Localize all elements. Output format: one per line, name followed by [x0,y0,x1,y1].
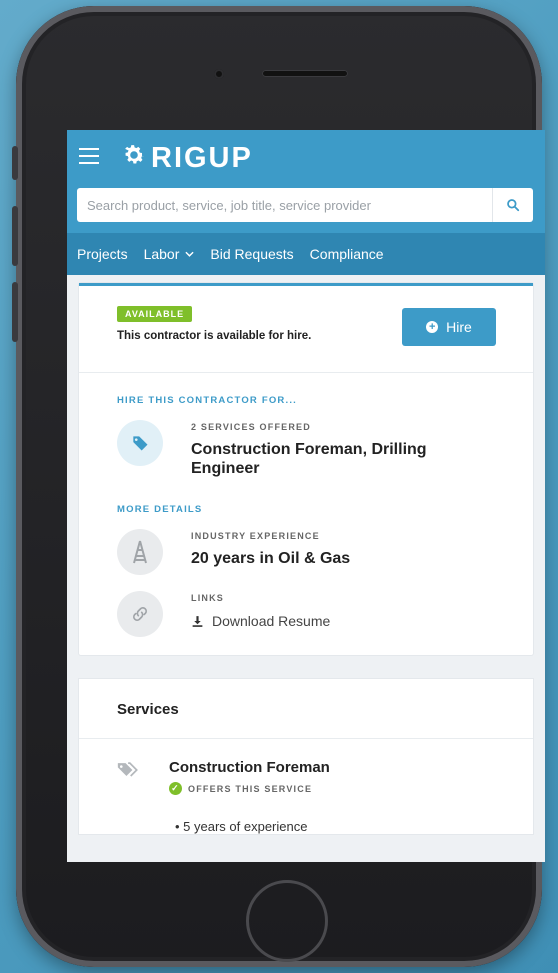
experience-caption: INDUSTRY EXPERIENCE [191,531,320,541]
download-icon [192,615,203,627]
offers-service-indicator: ✓ OFFERS THIS SERVICE [169,782,330,795]
link-icon [117,591,163,637]
phone-volume-down [12,282,18,342]
nav-item-projects[interactable]: Projects [77,246,128,262]
list-item: Construction Foreman ✓ OFFERS THIS SERVI… [79,739,533,795]
tag-icon [117,420,163,466]
experience-value: 20 years in Oil & Gas [191,550,351,567]
nav-item-label: Labor [143,246,180,262]
links-row: LINKS Download Resume [117,591,495,637]
services-card: Services Construction Foreman ✓ OFFERS T… [79,679,533,834]
plus-circle-icon: + [426,321,439,333]
gear-icon [121,142,147,175]
hire-section-label: HIRE THIS CONTRACTOR FOR... [117,395,298,406]
menu-icon[interactable] [79,148,99,164]
search-button[interactable] [492,188,533,222]
phone-volume-up [12,206,18,266]
experience-row: INDUSTRY EXPERIENCE 20 years in Oil & Ga… [117,529,495,575]
download-resume-label: Download Resume [212,613,331,629]
chevron-down-icon [185,251,194,257]
services-offered-caption: 2 SERVICES OFFERED [191,422,311,432]
tag-icon [117,759,143,795]
nav-item-labor[interactable]: Labor [144,246,195,262]
contractor-card: AVAILABLE This contractor is available f… [79,283,533,655]
offers-service-label: OFFERS THIS SERVICE [188,783,313,794]
availability-section: AVAILABLE This contractor is available f… [79,283,533,373]
app-header: RIGUP [67,130,545,233]
service-bullet-text: 5 years of experience [183,819,308,834]
app-logo[interactable]: RIGUP [121,142,253,175]
earpiece-speaker [262,70,348,77]
nav-item-label: Bid Requests [210,246,294,262]
services-offered-row: 2 SERVICES OFFERED Construction Foreman,… [117,420,495,478]
nav-item-label: Compliance [309,246,384,262]
search-input[interactable] [77,187,492,223]
download-resume-link[interactable]: Download Resume [191,613,330,629]
services-heading: Services [79,679,533,739]
contractor-details: HIRE THIS CONTRACTOR FOR... 2 SERVICES O… [79,373,533,655]
app-screen: RIGUP Projects Labor [67,130,545,862]
nav-item-bid-requests[interactable]: Bid Requests [210,246,293,262]
search-icon [507,199,520,212]
main-nav: Projects Labor Bid Requests Compliance [67,233,545,275]
links-caption: LINKS [191,593,224,603]
service-title: Construction Foreman [169,759,330,776]
services-offered-value: Construction Foreman, Drilling Engineer [191,441,427,477]
hire-button-label: Hire [446,319,472,335]
phone-frame: RIGUP Projects Labor [12,6,545,967]
nav-item-compliance[interactable]: Compliance [310,246,384,262]
home-button[interactable] [246,880,328,962]
phone-mute-switch [12,146,18,180]
service-bullet: • 5 years of experience [175,819,308,834]
more-details-label: MORE DETAILS [117,504,203,515]
nav-item-label: Projects [77,246,128,262]
search-bar [77,187,533,223]
page-content: AVAILABLE This contractor is available f… [67,275,545,834]
hire-button[interactable]: + Hire [402,308,496,346]
logo-text: RIGUP [151,142,253,174]
status-badge: AVAILABLE [117,306,193,322]
check-circle-icon: ✓ [169,782,182,795]
oil-rig-icon [117,529,163,575]
front-camera [214,69,224,79]
